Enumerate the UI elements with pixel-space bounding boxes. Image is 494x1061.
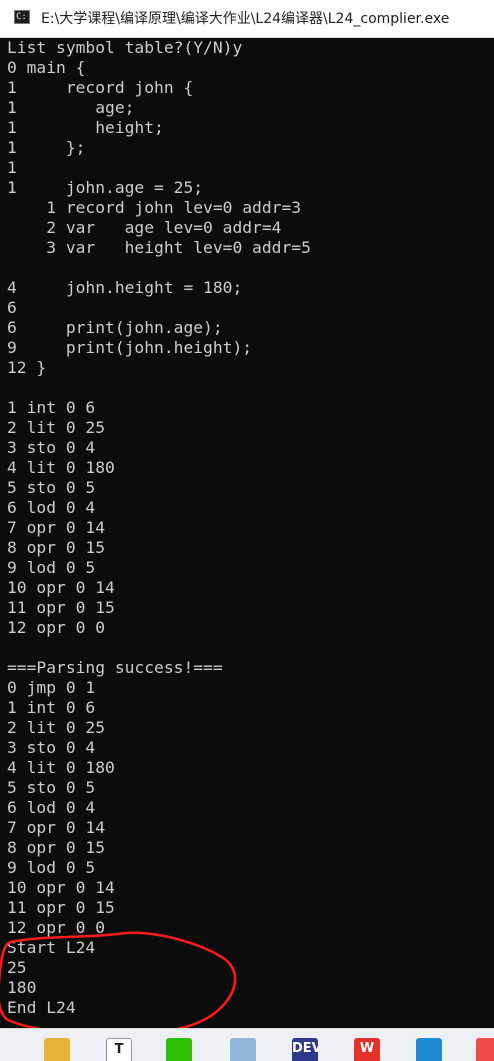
notepad-icon[interactable] [230, 1038, 256, 1061]
console-line: 2 lit 0 25 [7, 718, 106, 737]
console-line: 9 print(john.height); [7, 338, 253, 357]
console-line: 9 lod 0 5 [7, 558, 96, 577]
typora-icon[interactable]: T [106, 1038, 132, 1061]
console-line: 9 lod 0 5 [7, 858, 96, 877]
console-line: 4 lit 0 180 [7, 758, 115, 777]
console-line: 7 opr 0 14 [7, 818, 106, 837]
title-bar[interactable]: C: E:\大学课程\编译原理\编译大作业\L24编译器\L24_complie… [0, 0, 494, 38]
console-line: 3 sto 0 4 [7, 738, 96, 757]
console-line: 10 opr 0 14 [7, 878, 115, 897]
console-line: 3 sto 0 4 [7, 438, 96, 457]
console-line: 2 lit 0 25 [7, 418, 106, 437]
console-line: 4 john.height = 180; [7, 278, 243, 297]
console-line: 12 } [7, 358, 47, 377]
console-line: List symbol table?(Y/N)y [7, 38, 243, 57]
console-line: Start L24 [7, 938, 96, 957]
console-line: 1 record john lev=0 addr=3 [7, 198, 302, 217]
console-line: 1 height; [7, 118, 164, 137]
console-line: 1 john.age = 25; [7, 178, 204, 197]
cursor-marker-icon [0, 66, 4, 90]
console-line: 7 opr 0 14 [7, 518, 106, 537]
console-line: 1 int 0 6 [7, 698, 96, 717]
console-line: 25 [7, 958, 27, 977]
console-line: 1 record john { [7, 78, 194, 97]
console-window: C: E:\大学课程\编译原理\编译大作业\L24编译器\L24_complie… [0, 0, 494, 1061]
vscode-icon[interactable] [416, 1038, 442, 1061]
console-line: 4 lit 0 180 [7, 458, 115, 477]
console-line: 3 var height lev=0 addr=5 [7, 238, 311, 257]
console-output[interactable]: List symbol table?(Y/N)y 0 main {1 record… [0, 38, 494, 1028]
wechat-icon[interactable] [166, 1038, 192, 1061]
console-line: 180 [7, 978, 37, 997]
console-line: 2 var age lev=0 addr=4 [7, 218, 282, 237]
console-line: 11 opr 0 15 [7, 598, 115, 617]
console-line: 12 opr 0 0 [7, 618, 106, 637]
console-line: 8 opr 0 15 [7, 538, 106, 557]
console-line: 1 [7, 158, 17, 177]
console-line: 0 jmp 0 1 [7, 678, 96, 697]
console-line: 0 main { [7, 58, 86, 77]
console-line: 11 opr 0 15 [7, 898, 115, 917]
console-line: 10 opr 0 14 [7, 578, 115, 597]
dev-cpp-icon[interactable]: DEV [292, 1038, 318, 1061]
console-line: 5 sto 0 5 [7, 478, 96, 497]
console-line: 6 lod 0 4 [7, 798, 96, 817]
wps-icon[interactable]: W [354, 1038, 380, 1061]
console-lines: List symbol table?(Y/N)y 0 main {1 record… [7, 38, 494, 1018]
console-line: 6 lod 0 4 [7, 498, 96, 517]
console-line: ===Parsing success!=== [7, 658, 223, 677]
console-line: 8 opr 0 15 [7, 838, 106, 857]
window-title: E:\大学课程\编译原理\编译大作业\L24编译器\L24_complier.e… [41, 11, 450, 27]
console-line: 6 print(john.age); [7, 318, 223, 337]
taskbar: T DEV W [0, 1028, 494, 1061]
app-red-icon[interactable] [476, 1038, 494, 1061]
console-line: 1 }; [7, 138, 86, 157]
console-line: End L24 [7, 998, 76, 1017]
console-line: 5 sto 0 5 [7, 778, 96, 797]
console-app-icon: C: [14, 10, 30, 24]
console-line: 1 int 0 6 [7, 398, 96, 417]
console-line: 1 age; [7, 98, 135, 117]
console-line: 6 [7, 298, 17, 317]
file-explorer-icon[interactable] [44, 1038, 70, 1061]
console-line: 12 opr 0 0 [7, 918, 106, 937]
